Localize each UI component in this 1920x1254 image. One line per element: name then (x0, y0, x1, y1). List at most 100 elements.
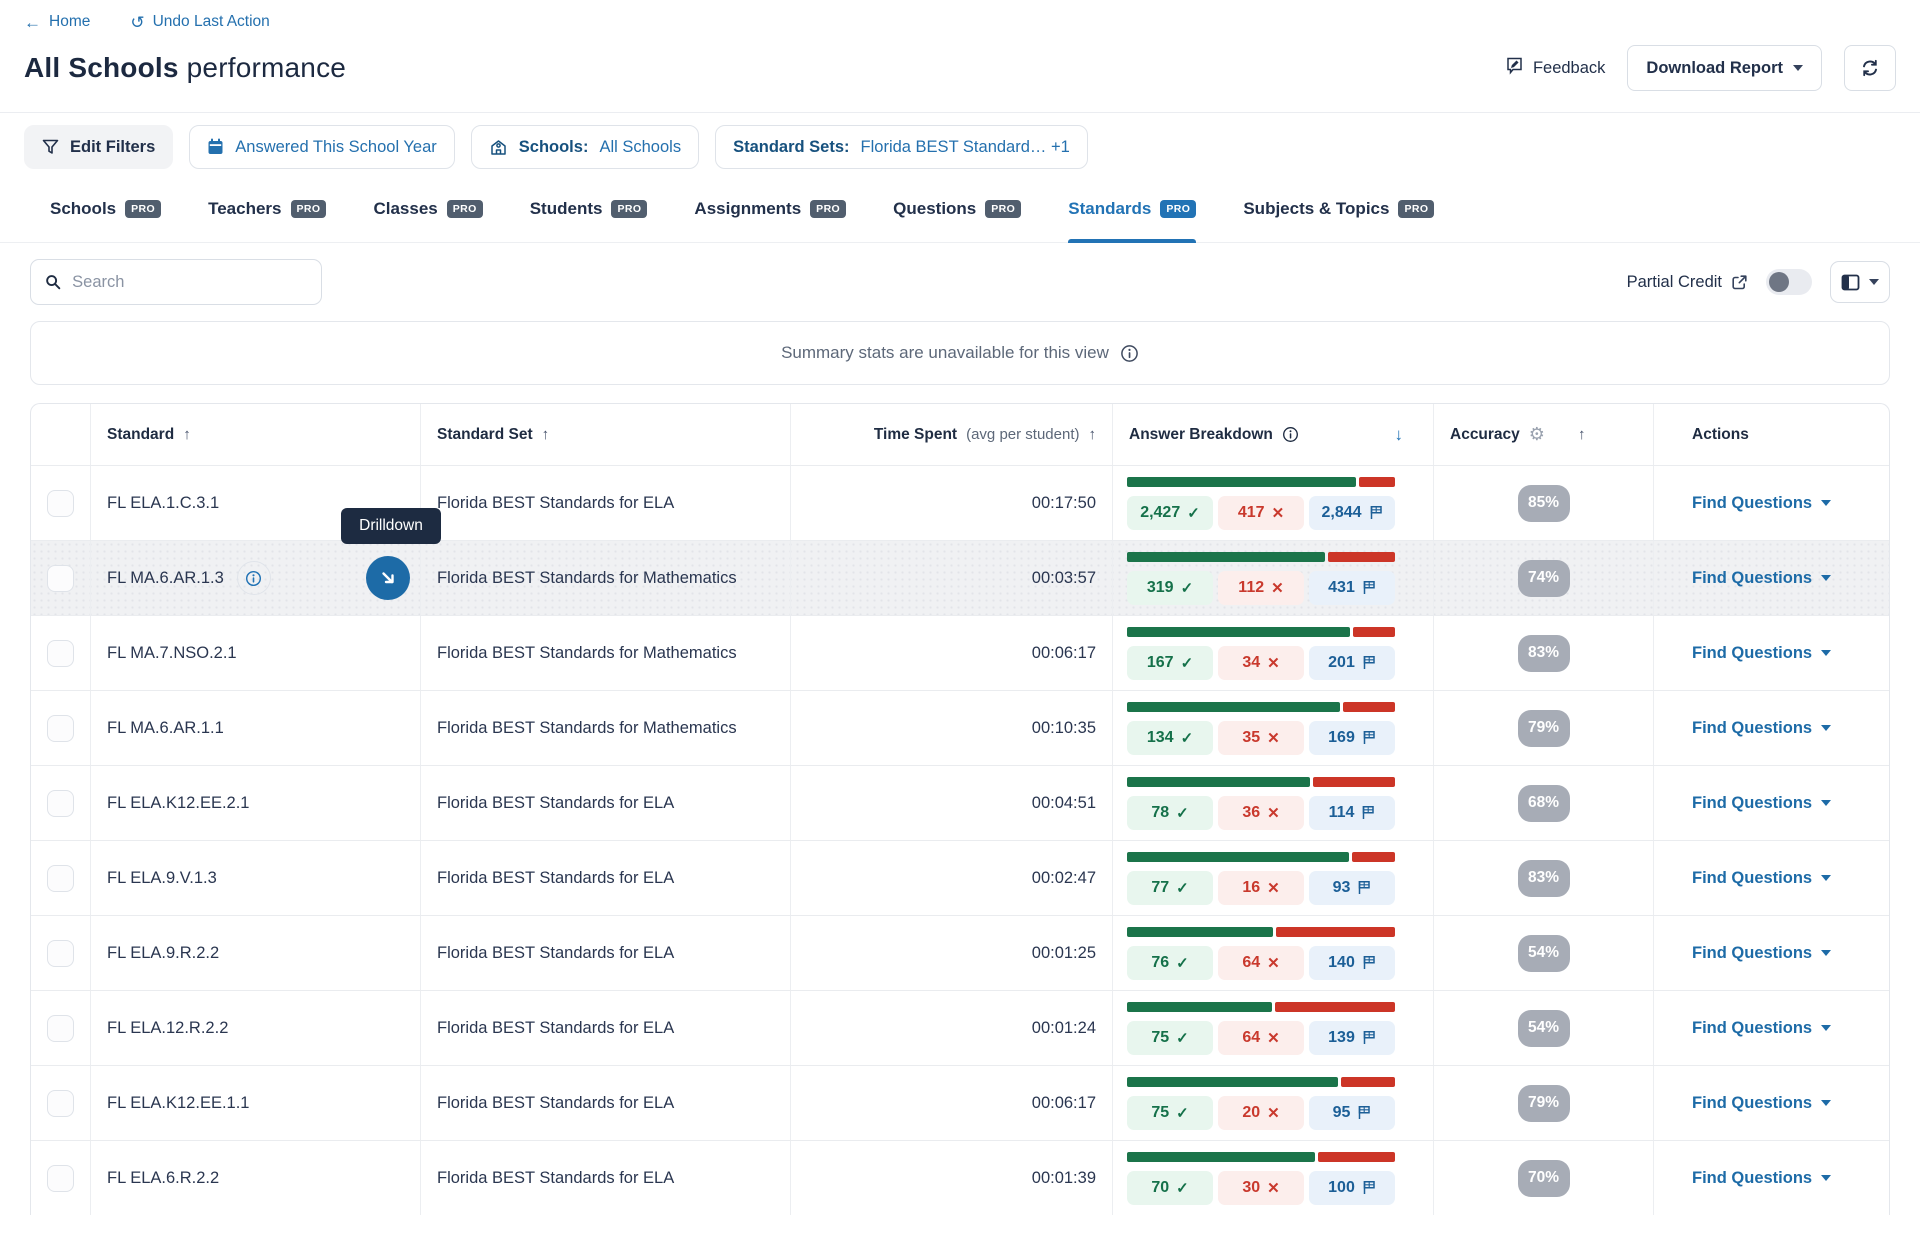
feedback-button[interactable]: Feedback (1505, 56, 1605, 80)
accuracy-badge: 74% (1518, 560, 1570, 597)
undo-last-action-link[interactable]: ↺ Undo Last Action (130, 13, 269, 31)
info-icon[interactable] (1120, 344, 1139, 363)
accuracy-badge: 79% (1518, 1085, 1570, 1122)
find-questions-button[interactable]: Find Questions (1692, 644, 1831, 663)
row-checkbox[interactable] (47, 1165, 74, 1192)
standard-cell: FL MA.6.AR.1.1 Drilldown (91, 691, 421, 765)
standard-set-cell: Florida BEST Standards for ELA (421, 841, 791, 915)
header-standard-set: Standard Set ↑ (421, 404, 791, 465)
answer-breakdown-bar (1127, 1002, 1395, 1012)
find-questions-button[interactable]: Find Questions (1692, 869, 1831, 888)
correct-count-pill: 75 ✓ (1127, 1021, 1213, 1055)
standard-cell: FL ELA.K12.EE.2.1 Drilldown (91, 766, 421, 840)
find-questions-button[interactable]: Find Questions (1692, 494, 1831, 513)
answer-breakdown-pills: 134 ✓ 35 ✕ 169 (1127, 721, 1395, 755)
tab-assignments[interactable]: Assignments PRO (694, 199, 846, 242)
row-checkbox[interactable] (47, 790, 74, 817)
standard-cell: FL MA.7.NSO.2.1 Drilldown (91, 616, 421, 690)
x-icon: ✕ (1272, 504, 1285, 522)
column-settings-button[interactable] (1830, 261, 1890, 303)
row-checkbox[interactable] (47, 1015, 74, 1042)
tab-questions[interactable]: Questions PRO (893, 199, 1021, 242)
incorrect-count: 417 (1238, 504, 1265, 522)
find-questions-label: Find Questions (1692, 644, 1812, 663)
tab-students[interactable]: Students PRO (530, 199, 648, 242)
correct-bar-segment (1127, 477, 1356, 487)
accuracy-cell: 79% (1434, 1066, 1654, 1140)
sort-asc-icon[interactable]: ↑ (1089, 426, 1097, 443)
accuracy-cell: 79% (1434, 691, 1654, 765)
sort-asc-icon[interactable]: ↑ (183, 426, 191, 443)
sort-asc-icon[interactable]: ↑ (1578, 426, 1586, 443)
sort-asc-icon[interactable]: ↑ (542, 426, 550, 443)
correct-bar-segment (1127, 852, 1349, 862)
row-checkbox[interactable] (47, 865, 74, 892)
answer-breakdown-bar (1127, 552, 1395, 562)
header-accuracy: Accuracy ⚙ ↑ (1434, 404, 1654, 465)
pro-badge: PRO (1160, 200, 1196, 218)
incorrect-count: 20 (1242, 1104, 1260, 1122)
standard-cell: FL MA.6.AR.1.3 Drilldown (91, 541, 421, 615)
time-spent-value: 00:17:50 (1016, 494, 1112, 513)
total-count-pill: 169 (1309, 721, 1395, 755)
gear-icon[interactable]: ⚙ (1529, 424, 1545, 445)
time-spent-value: 00:06:17 (1016, 644, 1112, 663)
tab-schools[interactable]: Schools PRO (50, 199, 161, 242)
time-spent-value: 00:06:17 (1016, 1094, 1112, 1113)
find-questions-button[interactable]: Find Questions (1692, 944, 1831, 963)
find-questions-button[interactable]: Find Questions (1692, 719, 1831, 738)
home-link[interactable]: ← Home (24, 13, 90, 31)
row-checkbox[interactable] (47, 1090, 74, 1117)
sort-desc-icon-active[interactable]: ↓ (1395, 425, 1404, 445)
tab-classes[interactable]: Classes PRO (373, 199, 482, 242)
calendar-icon (207, 138, 224, 156)
standard-info-button[interactable] (237, 561, 271, 595)
filter-chip-schools[interactable]: Schools: All Schools (471, 125, 699, 169)
find-questions-button[interactable]: Find Questions (1692, 569, 1831, 588)
correct-count: 77 (1151, 879, 1169, 897)
row-checkbox[interactable] (47, 640, 74, 667)
search-input[interactable] (72, 273, 307, 292)
info-icon[interactable] (1282, 426, 1299, 443)
incorrect-bar-segment (1343, 702, 1395, 712)
find-questions-button[interactable]: Find Questions (1692, 1169, 1831, 1188)
drilldown-tooltip-text: Drilldown (359, 517, 423, 535)
find-questions-button[interactable]: Find Questions (1692, 1019, 1831, 1038)
find-questions-button[interactable]: Find Questions (1692, 1094, 1831, 1113)
row-checkbox-cell (31, 916, 91, 990)
row-checkbox[interactable] (47, 490, 74, 517)
find-questions-button[interactable]: Find Questions (1692, 794, 1831, 813)
tab-standards[interactable]: Standards PRO (1068, 199, 1196, 242)
row-checkbox-cell (31, 1066, 91, 1140)
refresh-button[interactable] (1844, 45, 1896, 91)
filter-chip-standard-sets[interactable]: Standard Sets: Florida BEST Standard… +1 (715, 125, 1088, 169)
incorrect-count: 35 (1242, 729, 1260, 747)
filter-chip-answered[interactable]: Answered This School Year (189, 125, 455, 169)
chevron-down-icon (1821, 1025, 1831, 1031)
chevron-down-icon (1793, 65, 1803, 71)
accuracy-badge: 83% (1518, 860, 1570, 897)
tab-teachers[interactable]: Teachers PRO (208, 199, 326, 242)
row-checkbox[interactable] (47, 715, 74, 742)
total-count-pill: 100 (1309, 1171, 1395, 1205)
download-report-button[interactable]: Download Report (1627, 45, 1822, 91)
row-checkbox[interactable] (47, 940, 74, 967)
header-accuracy-label: Accuracy (1450, 426, 1520, 444)
answer-breakdown-pills: 70 ✓ 30 ✕ 100 (1127, 1171, 1395, 1205)
standard-cell: FL ELA.9.R.2.2 Drilldown (91, 916, 421, 990)
edit-filters-button[interactable]: Edit Filters (24, 125, 173, 169)
standard-set-cell: Florida BEST Standards for Mathematics (421, 616, 791, 690)
undo-icon: ↺ (130, 14, 144, 31)
x-icon: ✕ (1267, 1104, 1280, 1122)
actions-cell: Find Questions (1654, 466, 1889, 540)
external-link-icon[interactable] (1731, 274, 1748, 291)
find-questions-label: Find Questions (1692, 719, 1812, 738)
row-checkbox[interactable] (47, 565, 74, 592)
x-icon: ✕ (1267, 1179, 1280, 1197)
correct-count-pill: 319 ✓ (1127, 571, 1213, 605)
standard-code: FL ELA.K12.EE.2.1 (91, 794, 249, 813)
drilldown-button[interactable] (366, 556, 410, 600)
tab-subjects-topics[interactable]: Subjects & Topics PRO (1243, 199, 1434, 242)
total-count-pill: 139 (1309, 1021, 1395, 1055)
partial-credit-toggle[interactable] (1766, 269, 1812, 295)
